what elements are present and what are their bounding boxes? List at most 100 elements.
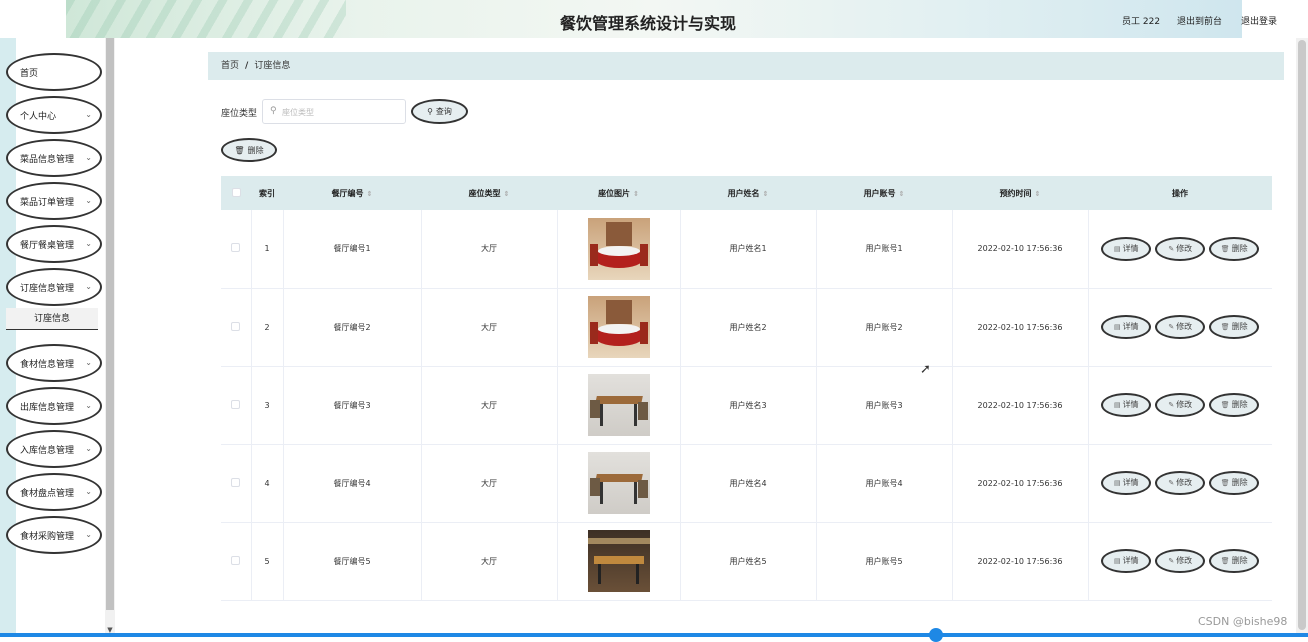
select-all-checkbox[interactable] bbox=[221, 176, 251, 210]
sidebar-item[interactable]: 菜品信息管理 ⌄ bbox=[6, 139, 102, 177]
sort-icon: ⇕ bbox=[366, 189, 373, 198]
detail-button[interactable]: ▤ 详情 bbox=[1101, 393, 1152, 417]
cell-index: 5 bbox=[251, 522, 284, 600]
row-checkbox[interactable] bbox=[221, 444, 252, 522]
sidebar-subitem[interactable]: 订座信息 bbox=[6, 308, 98, 330]
sidebar-item[interactable]: 餐厅餐桌管理 ⌄ bbox=[6, 225, 102, 263]
seat-photo[interactable] bbox=[587, 296, 650, 358]
trash-icon: 🗑 bbox=[1220, 401, 1230, 409]
cell-index: 3 bbox=[251, 366, 284, 444]
search-button[interactable]: ⚲ 查询 bbox=[411, 99, 468, 124]
col-seat-type[interactable]: 座位类型 ⇕ bbox=[421, 176, 557, 210]
search-input[interactable] bbox=[282, 104, 400, 120]
page-scrollbar-thumb[interactable] bbox=[1298, 40, 1306, 630]
cell-seat-type: 大厅 bbox=[421, 522, 558, 600]
chevron-down-icon: ⌄ bbox=[85, 110, 92, 119]
table-row: 4 餐厅编号4 大厅 用户姓名4 用户账号4 2022-02-10 17:56:36 ▤ 详情… bbox=[221, 444, 1272, 522]
row-checkbox[interactable] bbox=[221, 366, 252, 444]
sidebar-item[interactable]: 菜品订单管理 ⌄ bbox=[6, 182, 102, 220]
trash-icon: 🗑 bbox=[234, 145, 245, 155]
front-link[interactable]: 退出到前台 bbox=[1177, 14, 1222, 27]
seat-photo[interactable] bbox=[587, 217, 650, 280]
search-field[interactable]: ⚲ bbox=[262, 99, 406, 124]
delete-button[interactable]: 🗑 删除 bbox=[1209, 471, 1260, 495]
edit-button[interactable]: ✎ 修改 bbox=[1155, 471, 1206, 495]
detail-button[interactable]: ▤ 详情 bbox=[1101, 471, 1152, 495]
chevron-down-icon: ⌄ bbox=[85, 530, 92, 539]
pencil-icon: ✎ bbox=[1168, 557, 1175, 565]
sidebar-item[interactable]: 食材盘点管理 ⌄ bbox=[6, 473, 102, 511]
edit-button[interactable]: ✎ 修改 bbox=[1155, 315, 1206, 339]
cell-seat-type: 大厅 bbox=[421, 366, 558, 444]
col-photo[interactable]: 座位图片 ⇕ bbox=[557, 176, 680, 210]
cell-account: 用户账号4 bbox=[816, 444, 953, 522]
chevron-down-icon: ⌄ bbox=[85, 196, 92, 205]
cell-restaurant: 餐厅编号3 bbox=[283, 366, 422, 444]
edit-button[interactable]: ✎ 修改 bbox=[1155, 393, 1206, 417]
detail-button[interactable]: ▤ 详情 bbox=[1101, 315, 1152, 339]
cell-seat-type: 大厅 bbox=[421, 444, 558, 522]
cell-time: 2022-02-10 17:56:36 bbox=[952, 366, 1089, 444]
table-row: 2 餐厅编号2 大厅 用户姓名2 用户账号2 2022-02-10 17:56:36 ▤ 详情… bbox=[221, 288, 1272, 366]
delete-button[interactable]: 🗑 删除 bbox=[1209, 393, 1260, 417]
sidebar-item[interactable]: 个人中心 ⌄ bbox=[6, 96, 102, 134]
cell-photo bbox=[557, 444, 681, 522]
sidebar-item[interactable]: 首页 bbox=[6, 53, 102, 91]
row-checkbox[interactable] bbox=[221, 522, 252, 600]
cell-user-name: 用户姓名1 bbox=[680, 210, 817, 288]
cell-restaurant: 餐厅编号5 bbox=[283, 522, 422, 600]
chevron-down-icon: ⌄ bbox=[85, 401, 92, 410]
sidebar-item[interactable]: 出库信息管理 ⌄ bbox=[6, 387, 102, 425]
delete-button[interactable]: 🗑 删除 bbox=[1209, 549, 1260, 573]
row-checkbox[interactable] bbox=[221, 288, 252, 366]
seat-photo[interactable] bbox=[587, 530, 650, 592]
page-title: 餐饮管理系统设计与实现 bbox=[560, 14, 737, 33]
cell-photo bbox=[557, 366, 681, 444]
sidebar-item[interactable]: 订座信息管理 ⌄ bbox=[6, 268, 102, 306]
col-account[interactable]: 用户账号 ⇕ bbox=[816, 176, 952, 210]
cell-time: 2022-02-10 17:56:36 bbox=[952, 210, 1089, 288]
row-checkbox[interactable] bbox=[221, 210, 252, 288]
edit-button[interactable]: ✎ 修改 bbox=[1155, 549, 1206, 573]
seat-photo[interactable] bbox=[587, 452, 650, 514]
detail-button[interactable]: ▤ 详情 bbox=[1101, 236, 1152, 261]
batch-delete-button[interactable]: 🗑 删除 bbox=[221, 138, 277, 162]
cell-index: 4 bbox=[251, 444, 284, 522]
chevron-down-icon: ⌄ bbox=[85, 358, 92, 367]
pencil-icon: ✎ bbox=[1168, 323, 1175, 331]
pencil-icon: ✎ bbox=[1168, 401, 1175, 409]
cell-time: 2022-02-10 17:56:36 bbox=[952, 522, 1089, 600]
col-time[interactable]: 预约时间 ⇕ bbox=[952, 176, 1088, 210]
cell-account: 用户账号5 bbox=[816, 522, 953, 600]
seat-photo[interactable] bbox=[587, 374, 650, 436]
cell-restaurant: 餐厅编号1 bbox=[283, 210, 422, 288]
breadcrumb: 首页 / 订座信息 bbox=[208, 52, 1284, 80]
delete-button[interactable]: 🗑 删除 bbox=[1209, 236, 1260, 261]
col-user-name[interactable]: 用户姓名 ⇕ bbox=[680, 176, 816, 210]
sidebar-item[interactable]: 入库信息管理 ⌄ bbox=[6, 430, 102, 468]
cell-actions: ▤ 详情 ✎ 修改 🗑 删除 bbox=[1088, 288, 1272, 366]
sidebar-item[interactable]: 食材采购管理 ⌄ bbox=[6, 516, 102, 554]
sidebar-item[interactable]: 食材信息管理 ⌄ bbox=[6, 344, 102, 382]
cell-restaurant: 餐厅编号4 bbox=[283, 444, 422, 522]
document-icon: ▤ bbox=[1113, 557, 1121, 565]
sort-icon: ⇕ bbox=[633, 189, 639, 198]
logout-link[interactable]: 退出登录 bbox=[1241, 14, 1277, 27]
chevron-down-icon: ⌄ bbox=[85, 282, 92, 291]
sort-icon: ⇕ bbox=[1034, 189, 1041, 198]
col-restaurant[interactable]: 餐厅编号 ⇕ bbox=[283, 176, 421, 210]
sort-icon: ⇕ bbox=[503, 189, 510, 198]
detail-button[interactable]: ▤ 详情 bbox=[1101, 549, 1152, 573]
document-icon: ▤ bbox=[1113, 323, 1121, 331]
pencil-icon: ✎ bbox=[1168, 244, 1175, 253]
chevron-down-icon: ⌄ bbox=[85, 487, 92, 496]
sidebar-scrollbar-thumb[interactable] bbox=[106, 38, 114, 610]
edit-button[interactable]: ✎ 修改 bbox=[1155, 236, 1206, 261]
breadcrumb-home[interactable]: 首页 bbox=[221, 61, 239, 71]
chevron-down-icon: ⌄ bbox=[85, 444, 92, 453]
chevron-down-icon: ⌄ bbox=[85, 239, 92, 248]
taskbar-edge bbox=[0, 633, 1308, 637]
user-label: 员工 222 bbox=[1122, 17, 1161, 27]
delete-button[interactable]: 🗑 删除 bbox=[1209, 315, 1260, 339]
sidebar-item-label: 订座信息管理 bbox=[20, 283, 75, 294]
